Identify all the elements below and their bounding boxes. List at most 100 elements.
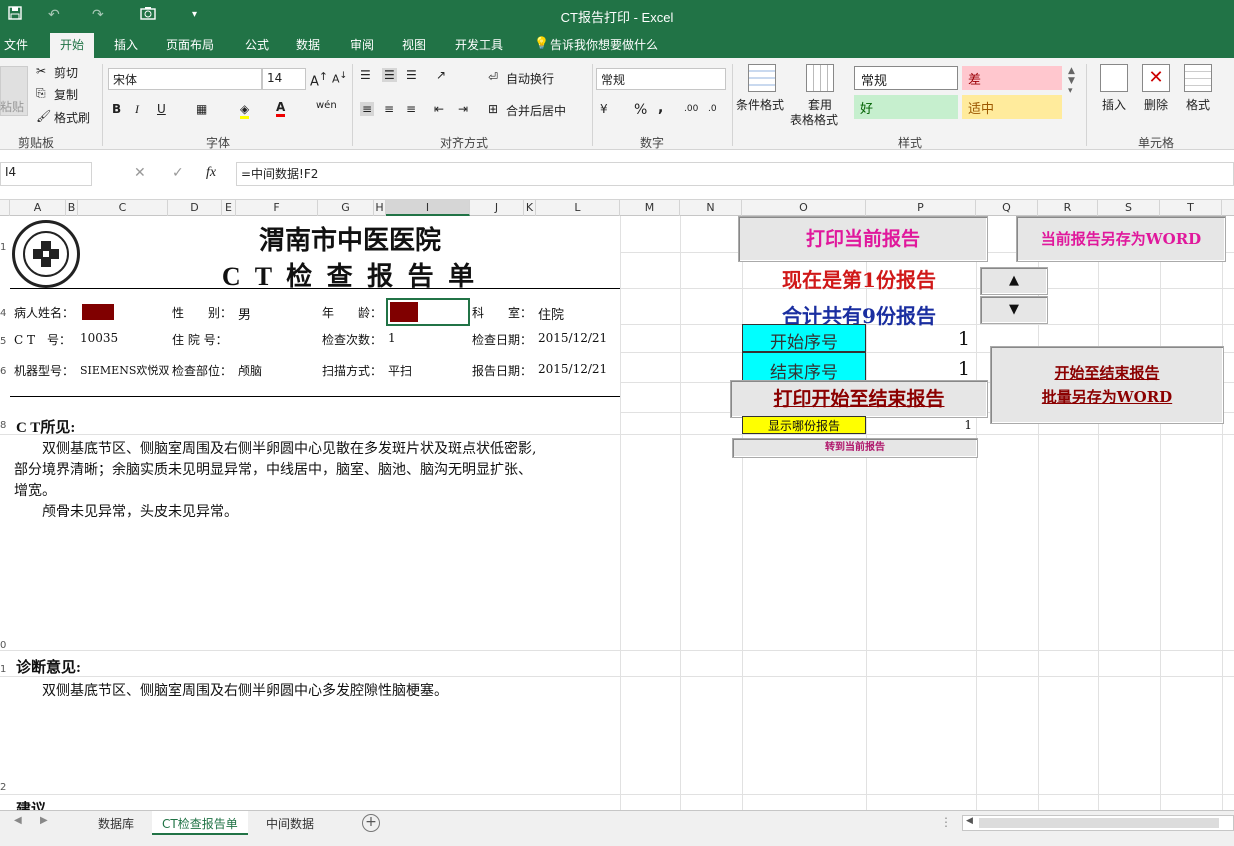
merge-center-button[interactable]: 合并后居中 [506,102,566,119]
tell-me-search[interactable]: 告诉我你想要做什么 [550,36,658,53]
col-h[interactable]: H [374,200,386,216]
currency-icon[interactable]: ¥ [600,102,608,116]
cut-icon[interactable]: ✂ [36,64,46,78]
percent-button[interactable]: % [634,102,647,118]
fill-color-icon[interactable]: ◈ [240,102,250,119]
grow-font-icon[interactable]: A↑ [310,70,328,89]
copy-icon[interactable]: ⎘ [36,86,46,101]
cancel-icon[interactable]: ✕ [134,165,146,181]
tab-ct-report[interactable]: CT检查报告单 [152,811,248,835]
col-o[interactable]: O [742,200,866,216]
fx-button[interactable]: fx [206,165,216,181]
align-right-icon[interactable]: ≡ [406,102,416,116]
save-word-button[interactable]: 当前报告另存为WORD [1016,216,1226,262]
shrink-font-icon[interactable]: A↓ [332,70,347,86]
borders-icon[interactable]: ▦ [196,102,207,116]
delete-cells-button[interactable]: 删除 [1144,96,1168,113]
copy-button[interactable]: 复制 [54,86,78,103]
col-t[interactable]: T [1160,200,1222,216]
col-i[interactable]: I [386,200,470,216]
col-r[interactable]: R [1038,200,1098,216]
decrease-indent-icon[interactable]: ⇤ [434,102,444,116]
wrap-text-icon[interactable]: ⏎ [488,70,498,84]
show-which-value[interactable]: 1 [866,418,972,432]
col-p[interactable]: P [866,200,976,216]
increase-decimal-icon[interactable]: .00 [684,104,698,114]
name-box[interactable]: I4 [0,162,92,186]
menu-data[interactable]: 数据 [296,36,320,53]
goto-current-button[interactable]: 转到当前报告 [732,438,978,458]
tab-intermediate-data[interactable]: 中间数据 [256,811,324,835]
print-range-button[interactable]: 打印开始至结束报告 [730,380,988,418]
col-b[interactable]: B [66,200,78,216]
horizontal-scrollbar[interactable]: ◀ [962,815,1234,831]
number-format-select[interactable]: 常规 [596,68,726,90]
decrease-decimal-icon[interactable]: .0 [708,104,717,114]
batch-save-word-button[interactable]: 开始至结束报告 批量另存为WORD [990,346,1224,424]
font-size-select[interactable]: 14 [262,68,306,90]
italic-button[interactable]: I [135,102,139,117]
underline-button[interactable]: U [157,102,166,116]
format-painter-button[interactable]: 格式刷 [54,109,90,126]
tab-splitter-icon[interactable]: ⋮ [940,815,952,829]
start-no-value[interactable]: 1 [866,328,970,350]
col-k[interactable]: K [524,200,536,216]
style-bad[interactable]: 差 [962,66,1062,90]
next-report-button[interactable]: ▼ [980,296,1048,324]
menu-review[interactable]: 审阅 [350,36,374,53]
enter-icon[interactable]: ✓ [172,165,184,181]
col-e[interactable]: E [222,200,236,216]
format-table-label-2[interactable]: 表格格式 [790,111,838,128]
col-g[interactable]: G [318,200,374,216]
align-left-icon[interactable]: ≡ [360,102,375,116]
prev-report-button[interactable]: ▲ [980,267,1048,295]
menu-view[interactable]: 视图 [402,36,426,53]
increase-indent-icon[interactable]: ⇥ [458,102,468,116]
style-normal[interactable]: 常规 [854,66,958,90]
align-middle-icon[interactable]: ☰ [382,68,397,82]
formula-input[interactable]: =中间数据!F2 [236,162,1234,186]
style-neutral[interactable]: 适中 [962,95,1062,119]
menu-file[interactable]: 文件 [4,36,28,53]
col-m[interactable]: M [620,200,680,216]
format-cells-icon[interactable] [1184,64,1212,92]
col-d[interactable]: D [168,200,222,216]
format-table-icon[interactable] [806,64,834,92]
tab-scroll-right-icon[interactable]: ▶ [40,815,48,826]
col-l[interactable]: L [536,200,620,216]
font-name-select[interactable]: 宋体 [108,68,262,90]
col-s[interactable]: S [1098,200,1160,216]
merge-icon[interactable]: ⊞ [488,102,498,116]
end-no-value[interactable]: 1 [866,358,970,380]
col-f[interactable]: F [236,200,318,216]
col-q[interactable]: Q [976,200,1038,216]
conditional-format-button[interactable]: 条件格式 [736,96,784,113]
orientation-icon[interactable]: ↗ [436,68,446,82]
select-all[interactable] [0,200,10,216]
font-color-icon[interactable]: A [276,100,286,117]
align-bottom-icon[interactable]: ☰ [406,68,417,82]
phonetic-button[interactable]: wén [316,100,337,111]
menu-formula[interactable]: 公式 [245,36,269,53]
comma-button[interactable]: , [658,100,663,116]
tab-scroll-left-icon[interactable]: ◀ [14,815,22,826]
col-a[interactable]: A [10,200,66,216]
align-center-icon[interactable]: ≡ [384,102,394,116]
scroll-left-icon[interactable]: ◀ [966,816,973,826]
cut-button[interactable]: 剪切 [54,64,78,81]
styles-scroll-icon[interactable]: ▲ ▼ ▾ [1068,66,1075,96]
menu-insert[interactable]: 插入 [114,36,138,53]
style-good[interactable]: 好 [854,95,958,119]
tab-database[interactable]: 数据库 [88,811,144,835]
menu-dev[interactable]: 开发工具 [455,36,503,53]
col-c[interactable]: C [78,200,168,216]
wrap-text-button[interactable]: 自动换行 [506,70,554,87]
insert-cells-icon[interactable] [1100,64,1128,92]
bold-button[interactable]: B [112,102,121,116]
add-sheet-button[interactable]: + [362,814,380,832]
scroll-thumb[interactable] [979,818,1219,828]
menu-home[interactable]: 开始 [50,33,95,58]
delete-cells-icon[interactable]: ✕ [1142,64,1170,92]
insert-cells-button[interactable]: 插入 [1102,96,1126,113]
col-j[interactable]: J [470,200,524,216]
